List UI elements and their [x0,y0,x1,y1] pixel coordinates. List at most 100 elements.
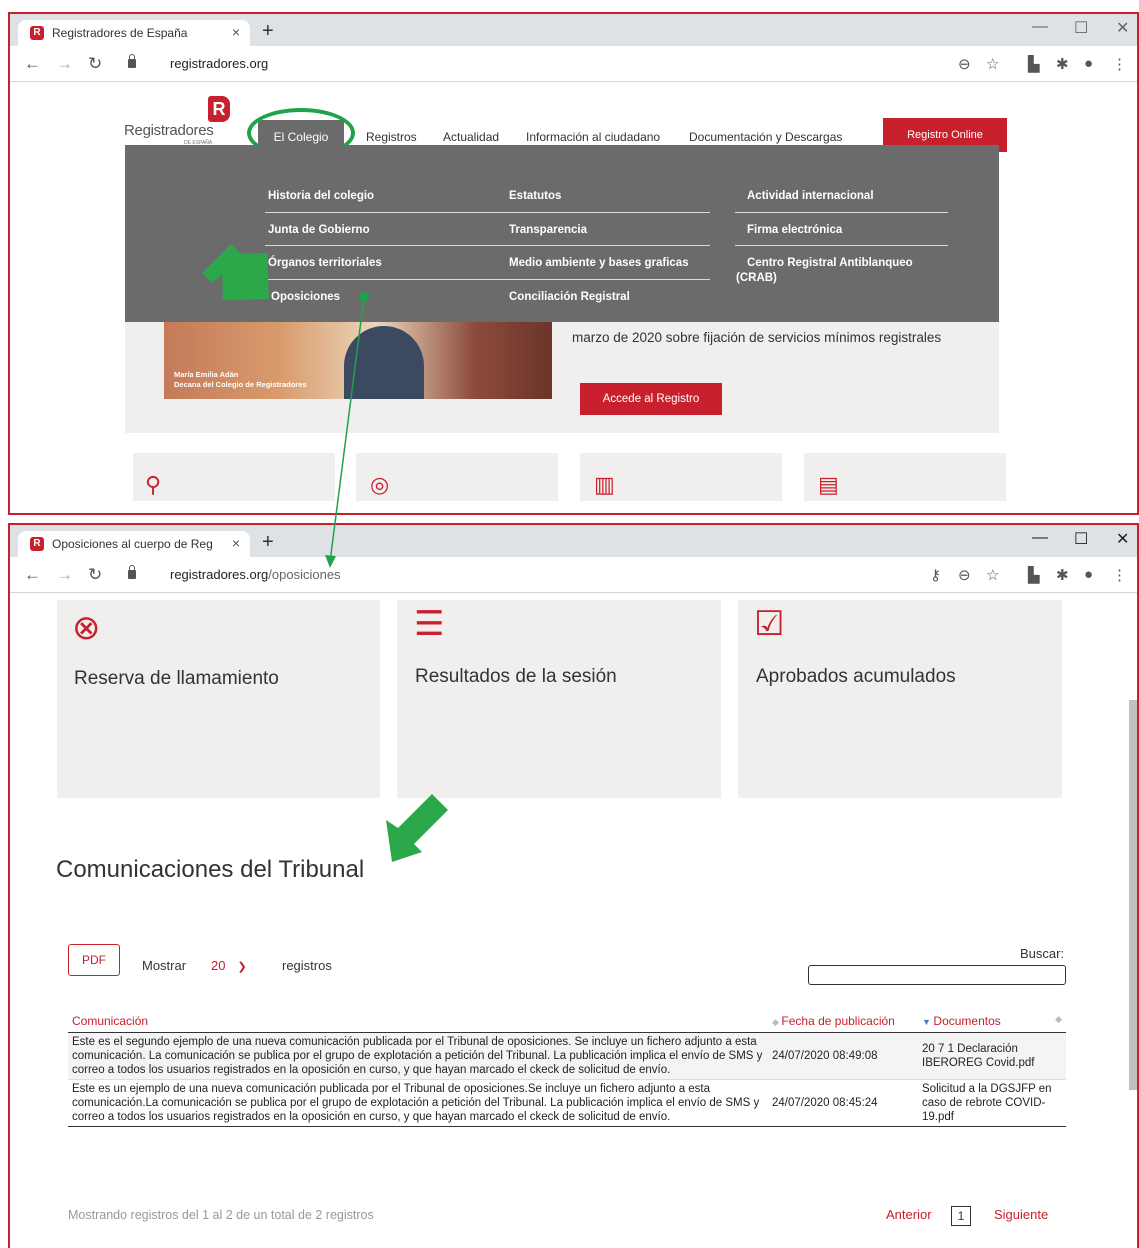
menu-item-junta[interactable]: Junta de Gobierno [268,222,370,238]
divider [265,245,505,246]
divider [265,279,505,280]
cell-comunicacion: Este es el segundo ejemplo de una nueva … [68,1032,768,1080]
col-label: Comunicación [72,1014,149,1028]
bookmark-star-icon[interactable]: ☆ [986,566,999,584]
page-number-button[interactable]: 1 [951,1206,971,1226]
divider [505,279,710,280]
browser-tab[interactable]: R Registradores de España × [18,20,250,46]
nav-registros[interactable]: Registros [366,130,417,144]
tab-strip: R Oposiciones al cuerpo de Registr × + —… [10,525,1137,557]
cell-fecha: 24/07/2020 08:49:08 [768,1032,918,1080]
section-title: Comunicaciones del Tribunal [56,856,365,883]
accede-registro-button[interactable]: Accede al Registro [580,383,722,415]
forward-icon[interactable]: → [56,54,73,74]
card-aprobados[interactable] [738,600,1062,798]
col-documentos[interactable]: ▼ Documentos ◆ [918,1010,1066,1033]
nav-actualidad[interactable]: Actualidad [443,130,499,144]
new-tab-icon[interactable]: + [262,531,274,554]
minimize-icon[interactable]: — [1032,18,1048,36]
menu-item-crab[interactable]: Centro Registral Antiblanqueo [747,255,913,271]
menu-item-historia[interactable]: Historia del colegio [268,188,374,204]
close-tab-icon[interactable]: × [232,535,240,551]
lock-icon [128,565,136,579]
pdf-button[interactable]: PDF [68,944,120,976]
reload-icon[interactable]: ↻ [88,54,102,74]
tab-strip: R Registradores de España × + — ☐ ✕ [10,14,1137,46]
caption-role: Decana del Colegio de Registradores [174,380,307,389]
cell-fecha: 24/07/2020 08:45:24 [768,1079,918,1127]
logo-text[interactable]: Registradores [124,122,214,139]
el-colegio-dropdown: Historia del colegio Junta de Gobierno Ó… [125,145,999,322]
menu-item-crab-suffix: (CRAB) [736,272,777,284]
maximize-icon[interactable]: ☐ [1074,18,1088,38]
profile-icon[interactable]: ● [1084,566,1093,583]
minimize-icon[interactable]: — [1032,529,1048,547]
divider [265,212,505,213]
zoom-icon[interactable]: ⊖ [958,566,971,584]
extension-icon[interactable]: ▙ [1028,566,1040,584]
maximize-icon[interactable]: ☐ [1074,529,1088,549]
close-window-icon[interactable]: ✕ [1116,18,1129,38]
cell-comunicacion: Este es un ejemplo de una nueva comunica… [68,1079,768,1127]
card-title-resultados: Resultados de la sesión [415,666,617,687]
menu-item-transparencia[interactable]: Transparencia [509,222,587,238]
records-label: registros [282,958,332,973]
puzzle-icon[interactable]: ✱ [1056,55,1069,73]
menu-item-conciliacion[interactable]: Conciliación Registral [509,289,630,305]
list-icon: ☰ [414,605,445,643]
url-field[interactable]: registradores.org [170,56,268,71]
col-fecha[interactable]: ◆ Fecha de publicación [768,1010,918,1033]
profile-icon[interactable]: ● [1084,55,1093,72]
browser-tab[interactable]: R Oposiciones al cuerpo de Registr × [18,531,250,557]
caption-name: María Emilia Adán [174,370,239,379]
forward-icon[interactable]: → [56,565,73,585]
tab-title: Oposiciones al cuerpo de Registr [52,537,212,551]
puzzle-icon[interactable]: ✱ [1056,566,1069,584]
close-window-icon[interactable]: ✕ [1116,529,1129,549]
address-bar: ← → ↻ registradores.org/oposiciones ⚷ ⊖ … [10,557,1137,593]
menu-dots-icon[interactable]: ⋮ [1112,55,1127,73]
table-row[interactable]: Este es el segundo ejemplo de una nueva … [68,1032,1066,1080]
url-field[interactable]: registradores.org/oposiciones [170,567,341,582]
show-label: Mostrar [142,958,187,973]
registradores-logo-icon[interactable]: R [208,96,230,122]
registradores-favicon: R [30,26,44,40]
zoom-icon[interactable]: ⊖ [958,55,971,73]
new-tab-icon[interactable]: + [262,20,274,43]
next-page-link[interactable]: Siguiente [994,1207,1048,1222]
nav-informacion-ciudadano[interactable]: Información al ciudadano [526,130,660,144]
table-row[interactable]: Este es un ejemplo de una nueva comunica… [68,1079,1066,1127]
back-icon[interactable]: ← [24,565,41,585]
col-comunicacion[interactable]: Comunicación [68,1010,768,1033]
back-icon[interactable]: ← [24,54,41,74]
menu-item-medio-ambiente[interactable]: Medio ambiente y bases graficas [509,255,689,271]
table-header-row: Comunicación ◆ Fecha de publicación ▼ Do… [68,1010,1066,1033]
bookmark-star-icon[interactable]: ☆ [986,55,999,73]
card-title-aprobados: Aprobados acumulados [756,666,956,687]
reload-icon[interactable]: ↻ [88,565,102,585]
key-icon[interactable]: ⚷ [930,566,941,584]
extension-icon[interactable]: ▙ [1028,55,1040,73]
col-label: Documentos [933,1014,1001,1028]
close-tab-icon[interactable]: × [232,24,240,40]
menu-item-firma[interactable]: Firma electrónica [747,222,842,238]
page-size-select[interactable]: 20 ❯ [211,958,247,973]
prev-page-link[interactable]: Anterior [886,1207,932,1222]
menu-item-estatutos[interactable]: Estatutos [509,188,561,204]
service-tile[interactable] [133,453,335,501]
menu-item-actividad-internacional[interactable]: Actividad internacional [747,188,874,204]
nav-documentacion[interactable]: Documentación y Descargas [689,130,842,144]
cell-documento[interactable]: Solicitud a la DGSJFP en caso de rebrote… [918,1079,1066,1127]
cell-documento[interactable]: 20 7 1 Declaración IBEROREG Covid.pdf [918,1032,1066,1080]
registradores-favicon: R [30,537,44,551]
bar-chart-icon: ▥ [594,472,615,497]
sort-icon: ◆ [772,1017,782,1027]
scrollbar[interactable] [1129,700,1137,1090]
menu-item-oposiciones[interactable]: Oposiciones [271,289,340,305]
search-input[interactable] [808,965,1066,985]
menu-item-organos[interactable]: Órganos territoriales [268,255,382,271]
card-title-reserva: Reserva de llamamiento [74,668,279,689]
card-resultados[interactable] [397,600,721,798]
card-reserva[interactable] [57,600,380,798]
menu-dots-icon[interactable]: ⋮ [1112,566,1127,584]
